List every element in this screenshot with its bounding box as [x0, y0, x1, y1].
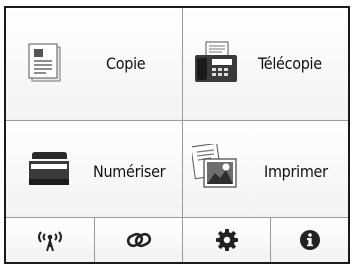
- fax-machine-icon: [195, 41, 237, 82]
- gear-icon: [215, 229, 238, 251]
- print-photo-icon: [192, 144, 237, 188]
- wireless-network-icon: [38, 231, 62, 252]
- divider: [94, 218, 95, 262]
- info-button[interactable]: [271, 218, 348, 262]
- link-icon: [126, 232, 151, 248]
- divider: [182, 8, 183, 218]
- print-label: Imprimer: [264, 162, 328, 181]
- divider: [182, 218, 183, 262]
- info-icon: [299, 230, 320, 250]
- divider: [6, 120, 348, 121]
- scan-tile[interactable]: Numériser: [6, 121, 182, 217]
- printer-home-screen: Copie Télécopie Numériser Imprimer: [4, 6, 350, 264]
- settings-button[interactable]: [183, 218, 270, 262]
- scanner-icon: [29, 152, 69, 185]
- fax-label: Télécopie: [258, 54, 322, 73]
- copy-label: Copie: [106, 54, 146, 73]
- divider: [6, 217, 348, 218]
- divider: [270, 218, 271, 262]
- wireless-button[interactable]: [6, 218, 94, 262]
- print-tile[interactable]: Imprimer: [183, 121, 348, 217]
- copy-document-icon: [28, 43, 61, 82]
- link-button[interactable]: [95, 218, 182, 262]
- fax-tile[interactable]: Télécopie: [183, 8, 348, 120]
- copy-tile[interactable]: Copie: [6, 8, 182, 120]
- scan-label: Numériser: [93, 162, 166, 181]
